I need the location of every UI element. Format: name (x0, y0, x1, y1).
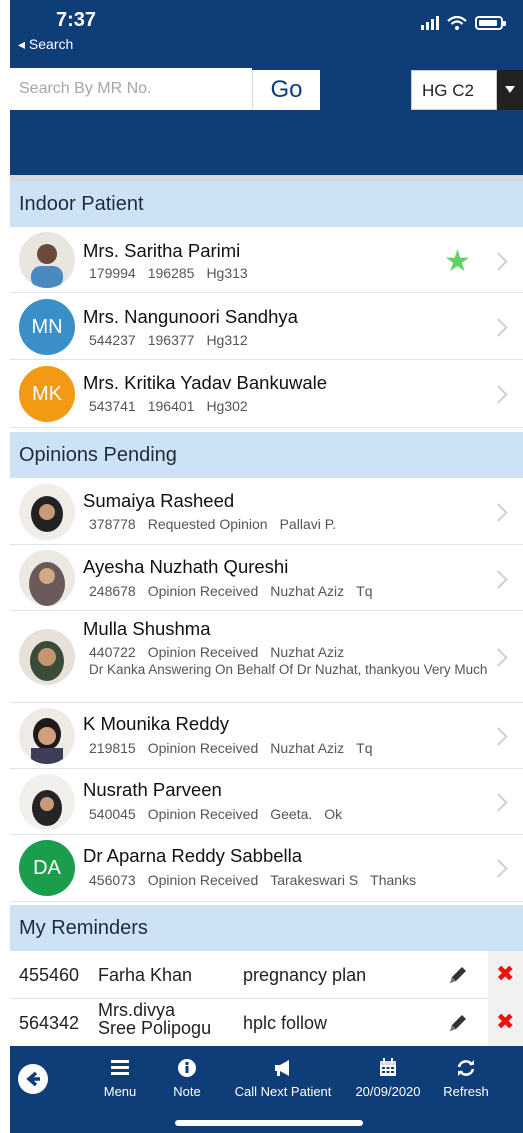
app-frame: 7:37 ◂ Search Go HG C2 Indoor Patient Mr… (10, 0, 523, 1133)
opinion-patient-name: K Mounika Reddy (83, 713, 230, 734)
battery-icon (475, 16, 506, 30)
section-my-reminders: My Reminders (10, 905, 523, 951)
section-indoor-patient: Indoor Patient (10, 181, 523, 227)
nav-menu[interactable]: Menu (100, 1056, 140, 1099)
opinion-meta: 440722 Opinion Received Nuzhat Aziz (89, 644, 345, 660)
reminder-row[interactable]: 455460 Farha Khan pregnancy plan ✖ (10, 951, 523, 999)
chevron-right-icon (489, 570, 508, 589)
opinion-meta: 378778 Requested Opinion Pallavi P. (89, 516, 337, 532)
opinion-meta: 456073 Opinion Received Tarakeswari S Thank… (89, 872, 417, 888)
pencil-icon[interactable] (446, 1011, 470, 1035)
opinion-row[interactable]: Nusrath Parveen 540045 Opinion Received Ge… (10, 769, 523, 835)
nav-refresh[interactable]: Refresh (440, 1056, 492, 1099)
delete-icon[interactable]: ✖ (496, 963, 514, 985)
opinion-row[interactable]: Sumaiya Rasheed 378778 Requested Opinion P… (10, 478, 523, 545)
info-icon (178, 1059, 196, 1077)
signal-icon (421, 16, 439, 30)
reminder-text: pregnancy plan (243, 965, 367, 985)
avatar (19, 232, 75, 288)
avatar (19, 774, 75, 830)
refresh-icon (457, 1060, 475, 1076)
patient-row[interactable]: Mrs. Saritha Parimi 179994 196285 Hg313 ★ (10, 227, 523, 293)
status-time: 7:37 (56, 9, 97, 31)
opinion-row[interactable]: DA Dr Aparna Reddy Sabbella 456073 Opinio… (10, 835, 523, 902)
go-button[interactable]: Go (252, 70, 320, 110)
chevron-right-icon (489, 859, 508, 878)
avatar (19, 629, 75, 685)
opinion-patient-name: Ayesha Nuzhath Qureshi (83, 556, 289, 577)
reminder-mr: 564342 (19, 1013, 80, 1033)
status-icons (421, 16, 506, 30)
section-opinions-pending: Opinions Pending (10, 432, 523, 478)
reminder-patient-line2: Sree Polipogu (98, 1018, 212, 1038)
reminder-text: hplc follow (243, 1013, 328, 1033)
home-indicator (175, 1120, 363, 1126)
opinion-row[interactable]: Ayesha Nuzhath Qureshi 248678 Opinion Rec… (10, 545, 523, 611)
opinion-row[interactable]: Mulla Shushma 440722 Opinion Received Nuzh… (10, 611, 523, 703)
opinion-patient-name: Nusrath Parveen (83, 779, 222, 800)
pencil-icon[interactable] (446, 963, 470, 987)
search-input[interactable] (10, 68, 252, 110)
patient-meta: 544237 196377 Hg312 (89, 332, 248, 348)
reminder-patient: Mrs.divya Sree Polipogu (98, 1001, 211, 1037)
chevron-right-icon (489, 503, 508, 522)
nav-note[interactable]: Note (167, 1056, 207, 1099)
avatar (19, 484, 75, 540)
opinion-row[interactable]: K Mounika Reddy 219815 Opinion Received Nu… (10, 703, 523, 769)
delete-icon[interactable]: ✖ (496, 1011, 514, 1033)
opinion-patient-name: Mulla Shushma (83, 618, 211, 639)
menu-icon (111, 1060, 129, 1075)
star-icon[interactable]: ★ (444, 247, 471, 277)
top-bar: 7:37 ◂ Search Go HG C2 (10, 0, 523, 175)
avatar: MN (19, 299, 75, 355)
opinion-note: Dr Kanka Answering On Behalf Of Dr Nuzha… (89, 662, 488, 677)
reminder-patient-line1: Mrs.divya (98, 1000, 176, 1020)
chevron-right-icon (489, 793, 508, 812)
patient-row[interactable]: MN Mrs. Nangunoori Sandhya 544237 196377 H… (10, 293, 523, 360)
calendar-icon (380, 1058, 396, 1076)
opinion-patient-name: Dr Aparna Reddy Sabbella (83, 845, 303, 866)
chevron-right-icon (489, 727, 508, 746)
back-to-search-link[interactable]: ◂ Search (18, 36, 73, 53)
back-icon[interactable] (18, 1064, 48, 1094)
patient-name: Mrs. Nangunoori Sandhya (83, 306, 298, 327)
delete-cell[interactable]: ✖ (488, 999, 523, 1047)
nav-date[interactable]: 20/09/2020 (348, 1056, 428, 1099)
patient-row[interactable]: MK Mrs. Kritika Yadav Bankuwale 543741 19… (10, 360, 523, 428)
wifi-icon (447, 16, 467, 30)
avatar: MK (19, 366, 75, 422)
chevron-right-icon (489, 385, 508, 404)
nav-call-next-patient[interactable]: Call Next Patient (228, 1056, 338, 1099)
patient-meta: 543741 196401 Hg302 (89, 398, 248, 414)
patient-name: Mrs. Saritha Parimi (83, 240, 241, 261)
opinion-meta: 540045 Opinion Received Geeta. Ok (89, 806, 343, 822)
opinion-meta: 248678 Opinion Received Nuzhat Aziz Tq (89, 583, 373, 599)
chevron-right-icon (489, 318, 508, 337)
avatar (19, 550, 75, 606)
patient-name: Mrs. Kritika Yadav Bankuwale (83, 372, 328, 393)
chevron-right-icon (489, 648, 508, 667)
chevron-down-icon[interactable] (497, 70, 523, 110)
reminder-mr: 455460 (19, 965, 80, 985)
delete-cell[interactable]: ✖ (488, 951, 523, 999)
ward-select[interactable]: HG C2 (411, 70, 497, 110)
opinion-meta: 219815 Opinion Received Nuzhat Aziz Tq (89, 740, 373, 756)
reminder-row[interactable]: 564342 Mrs.divya Sree Polipogu hplc foll… (10, 999, 523, 1047)
patient-meta: 179994 196285 Hg313 (89, 265, 248, 281)
chevron-right-icon (489, 252, 508, 271)
reminder-patient: Farha Khan (98, 965, 193, 985)
avatar: DA (19, 840, 75, 896)
opinion-patient-name: Sumaiya Rasheed (83, 490, 235, 511)
megaphone-icon (275, 1060, 289, 1076)
avatar (19, 708, 75, 764)
